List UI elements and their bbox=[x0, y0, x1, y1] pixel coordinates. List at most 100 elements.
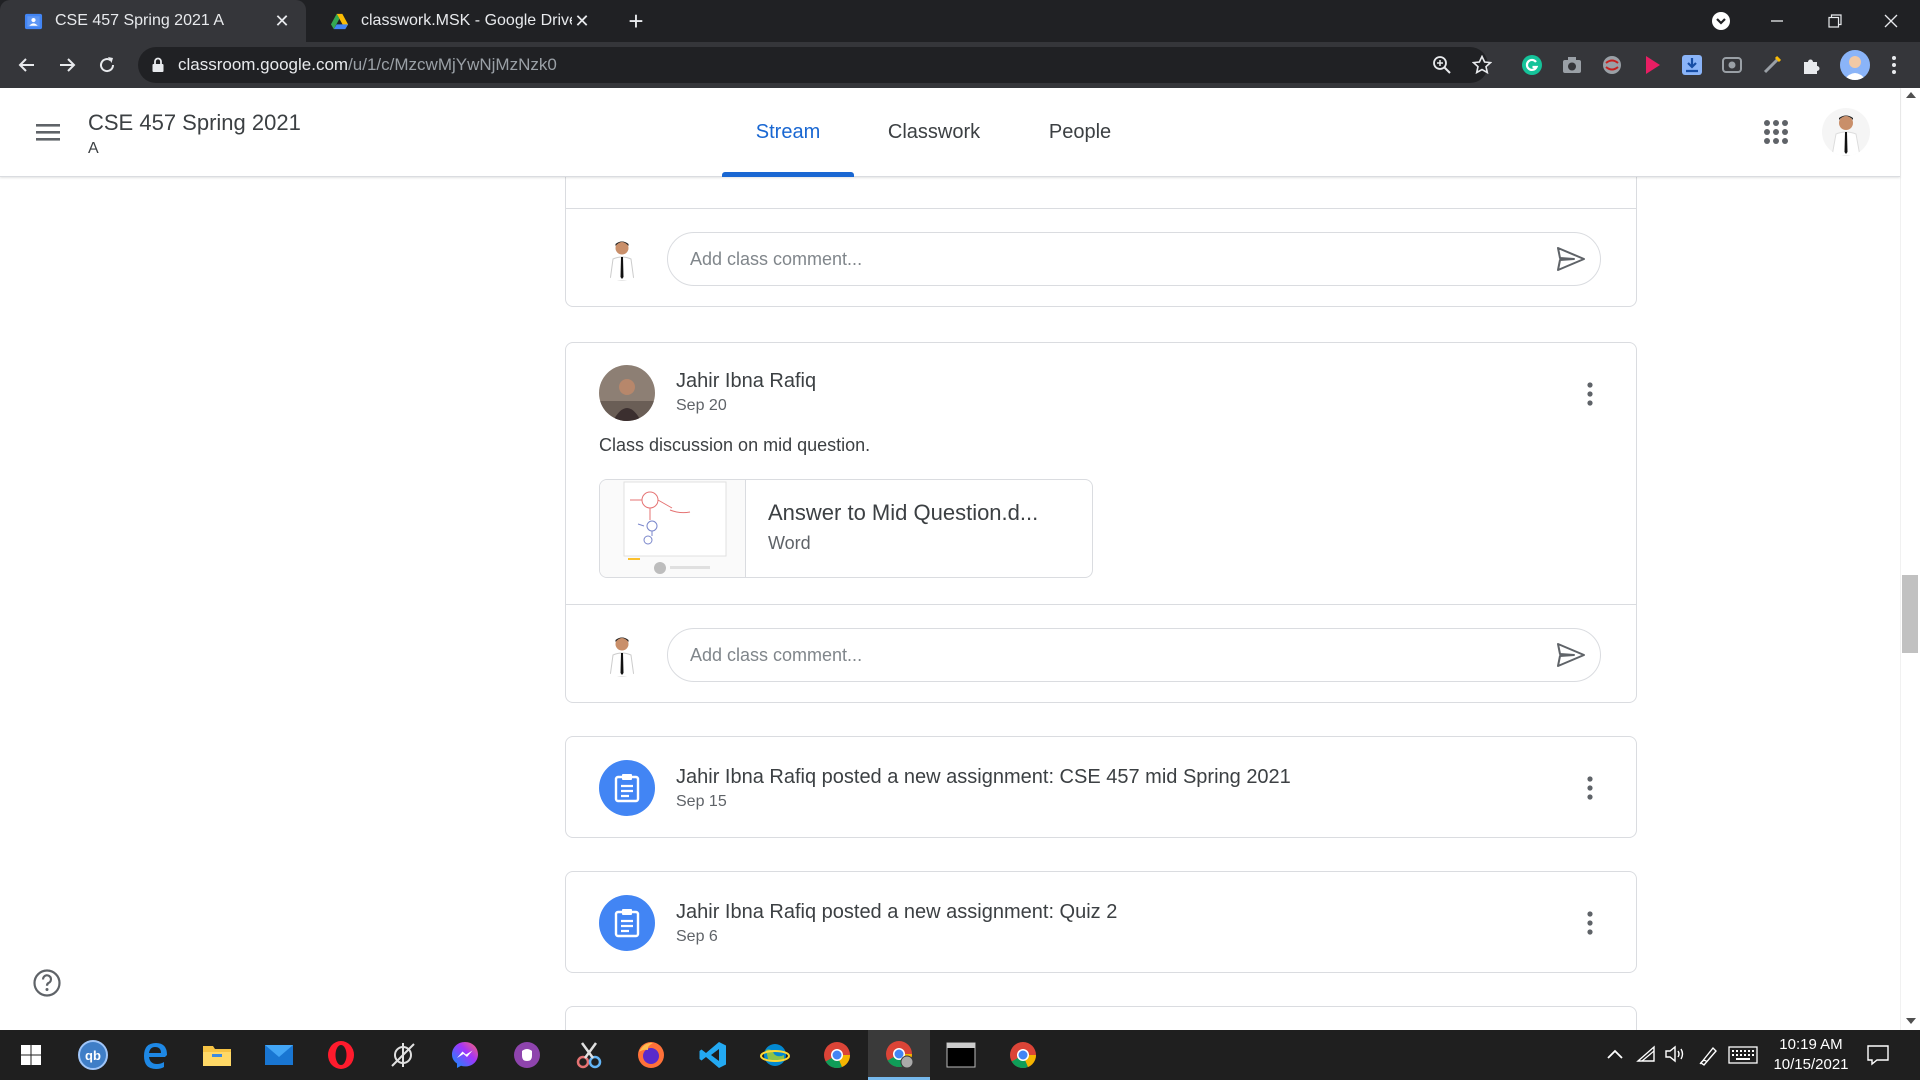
address-bar[interactable]: classroom.google.com/u/1/c/MzcwMjYwNjMzN… bbox=[138, 47, 1492, 83]
account-avatar[interactable] bbox=[1822, 108, 1870, 156]
chrome-profile-icon[interactable] bbox=[868, 1030, 930, 1080]
post-body-text: Class discussion on mid question. bbox=[599, 435, 871, 455]
class-comment-input[interactable]: Add class comment... bbox=[667, 232, 1601, 286]
close-tab-icon[interactable]: ✕ bbox=[572, 11, 592, 31]
wifi-icon[interactable] bbox=[1636, 1044, 1656, 1064]
google-apps-grid-icon[interactable] bbox=[1762, 118, 1790, 146]
google-drive-icon bbox=[330, 13, 349, 29]
globe-app-icon[interactable] bbox=[744, 1030, 806, 1080]
vpn-extension-icon[interactable] bbox=[1600, 53, 1624, 77]
scroll-up-arrow-icon[interactable] bbox=[1906, 92, 1916, 98]
post-author[interactable]: Jahir Ibna Rafiq bbox=[676, 370, 816, 393]
system-clock[interactable]: 10:19 AM 10/15/2021 bbox=[1756, 1035, 1866, 1075]
help-icon[interactable] bbox=[32, 968, 62, 998]
scrollbar-thumb[interactable] bbox=[1902, 575, 1918, 653]
download-extension-icon[interactable] bbox=[1680, 53, 1704, 77]
touch-keyboard-icon[interactable] bbox=[1728, 1046, 1758, 1064]
url-text[interactable]: classroom.google.com/u/1/c/MzcwMjYwNjMzN… bbox=[178, 55, 557, 75]
assignment-date: Sep 15 bbox=[676, 793, 727, 810]
svg-text:qb: qb bbox=[85, 1048, 101, 1063]
browser-tab-classroom[interactable]: CSE 457 Spring 2021 A ✕ bbox=[0, 0, 306, 42]
tab-title: CSE 457 Spring 2021 A bbox=[55, 12, 225, 29]
active-tab-indicator bbox=[722, 172, 854, 177]
chrome-menu-icon[interactable] bbox=[1882, 53, 1906, 77]
tab-title: classwork.MSK - Google Drive bbox=[361, 12, 572, 29]
github-desktop-icon[interactable] bbox=[496, 1030, 558, 1080]
tab-stream[interactable]: Stream bbox=[722, 88, 854, 177]
network-app-icon[interactable] bbox=[372, 1030, 434, 1080]
class-comment-row: Add class comment... bbox=[566, 209, 1636, 308]
volume-icon[interactable] bbox=[1664, 1044, 1686, 1064]
attachment-card[interactable]: Answer to Mid Question.d... Word bbox=[599, 479, 1093, 578]
notifications-icon[interactable] bbox=[1866, 1044, 1890, 1066]
chrome-icon[interactable] bbox=[806, 1030, 868, 1080]
close-tab-icon[interactable]: ✕ bbox=[272, 11, 292, 31]
zoom-icon[interactable] bbox=[1432, 55, 1452, 75]
profile-avatar[interactable] bbox=[1840, 50, 1870, 80]
extensions-puzzle-icon[interactable] bbox=[1800, 53, 1824, 77]
new-tab-plus-icon[interactable]: + bbox=[622, 6, 650, 36]
class-comment-row: Add class comment... bbox=[566, 605, 1636, 704]
assignment-icon bbox=[599, 895, 655, 951]
class-title[interactable]: CSE 457 Spring 2021 bbox=[88, 110, 301, 136]
send-comment-icon[interactable] bbox=[1556, 246, 1586, 272]
main-menu-icon[interactable] bbox=[30, 114, 66, 150]
mail-icon[interactable] bbox=[248, 1030, 310, 1080]
snipping-tool-icon[interactable] bbox=[558, 1030, 620, 1080]
assignment-title[interactable]: Jahir Ibna Rafiq posted a new assignment… bbox=[676, 901, 1117, 924]
play-extension-icon[interactable] bbox=[1640, 53, 1664, 77]
windows-start-icon[interactable] bbox=[0, 1030, 62, 1080]
attachment-title[interactable]: Answer to Mid Question.d... bbox=[768, 500, 1038, 526]
page-scrollbar[interactable] bbox=[1900, 88, 1920, 1030]
reload-icon[interactable] bbox=[92, 50, 122, 80]
assignment-options-kebab-icon[interactable] bbox=[1586, 775, 1594, 801]
close-window-icon[interactable] bbox=[1862, 0, 1920, 42]
bookmark-star-icon[interactable] bbox=[1472, 55, 1492, 75]
terminal-icon[interactable] bbox=[930, 1030, 992, 1080]
screen-capture-extension-icon[interactable] bbox=[1720, 53, 1744, 77]
commenter-avatar bbox=[599, 631, 645, 677]
opera-icon[interactable] bbox=[310, 1030, 372, 1080]
tab-search-icon[interactable] bbox=[1692, 0, 1750, 42]
assignment-options-kebab-icon[interactable] bbox=[1586, 910, 1594, 936]
stream-post-card: Add class comment... bbox=[565, 177, 1637, 307]
assignment-title[interactable]: Jahir Ibna Rafiq posted a new assignment… bbox=[676, 766, 1291, 789]
class-section: A bbox=[88, 140, 99, 157]
url-host: classroom.google.com bbox=[178, 55, 349, 74]
lock-icon[interactable] bbox=[151, 57, 165, 73]
author-avatar bbox=[599, 365, 655, 421]
pen-workspace-icon[interactable] bbox=[1698, 1044, 1720, 1066]
tab-people[interactable]: People bbox=[1030, 88, 1130, 177]
messenger-icon[interactable] bbox=[434, 1030, 496, 1080]
attachment-type: Word bbox=[768, 533, 811, 553]
qbittorrent-icon[interactable]: qb bbox=[62, 1030, 124, 1080]
chevron-up-icon[interactable] bbox=[1606, 1048, 1624, 1060]
vscode-icon[interactable] bbox=[682, 1030, 744, 1080]
firefox-icon[interactable] bbox=[620, 1030, 682, 1080]
back-arrow-icon[interactable] bbox=[12, 50, 42, 80]
attachment-thumbnail bbox=[600, 480, 746, 577]
file-explorer-icon[interactable] bbox=[186, 1030, 248, 1080]
assignment-card[interactable]: Jahir Ibna Rafiq posted a new assignment… bbox=[565, 871, 1637, 973]
send-comment-icon[interactable] bbox=[1556, 642, 1586, 668]
grammarly-extension-icon[interactable] bbox=[1520, 53, 1544, 77]
stream-content: Add class comment... Jahir Ibna Rafiq Se… bbox=[0, 177, 1900, 1030]
post-date: Sep 20 bbox=[676, 397, 727, 414]
stream-post-card bbox=[565, 1006, 1637, 1030]
browser-tab-drive[interactable]: classwork.MSK - Google Drive ✕ bbox=[306, 0, 606, 42]
browser-toolbar: classroom.google.com/u/1/c/MzcwMjYwNjMzN… bbox=[0, 42, 1920, 88]
tab-classwork[interactable]: Classwork bbox=[870, 88, 998, 177]
windows-taskbar: qb 10:19 AM 10/15/2021 bbox=[0, 1030, 1920, 1080]
chrome-ex-icon[interactable] bbox=[992, 1030, 1054, 1080]
restore-window-icon[interactable] bbox=[1806, 0, 1864, 42]
forward-arrow-icon[interactable] bbox=[52, 50, 82, 80]
scroll-down-arrow-icon[interactable] bbox=[1906, 1018, 1916, 1024]
class-comment-input[interactable]: Add class comment... bbox=[667, 628, 1601, 682]
pen-extension-icon[interactable] bbox=[1760, 53, 1784, 77]
camera-extension-icon[interactable] bbox=[1560, 53, 1584, 77]
edge-legacy-icon[interactable] bbox=[124, 1030, 186, 1080]
post-options-kebab-icon[interactable] bbox=[1586, 381, 1594, 407]
assignment-card[interactable]: Jahir Ibna Rafiq posted a new assignment… bbox=[565, 736, 1637, 838]
classroom-header: CSE 457 Spring 2021 A Stream Classwork P… bbox=[0, 88, 1900, 177]
minimize-window-icon[interactable] bbox=[1748, 0, 1806, 42]
